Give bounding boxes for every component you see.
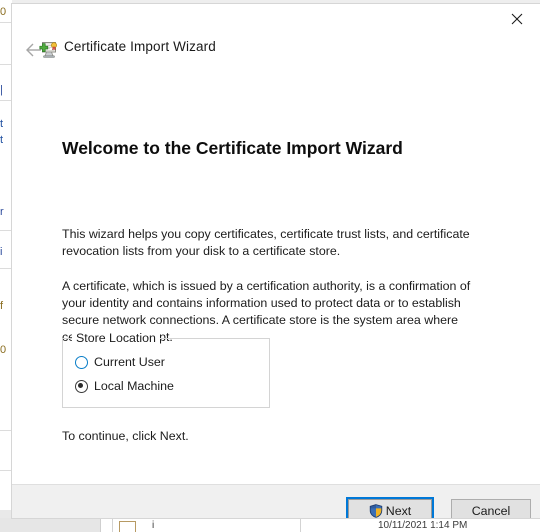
bg-fragment: i (152, 520, 155, 531)
close-icon (511, 13, 523, 25)
cancel-button[interactable]: Cancel (451, 499, 531, 518)
continue-hint: To continue, click Next. (62, 429, 189, 443)
bg-fragment: 10/11/2021 1:14 PM (378, 520, 468, 531)
dialog-footer: Next Cancel (12, 484, 540, 518)
background-window-bottom: i 10/11/2021 1:14 PM (0, 518, 540, 532)
next-button[interactable]: Next (346, 497, 434, 518)
bg-fragment: 0 (0, 6, 7, 18)
radio-checked-icon (75, 379, 88, 393)
bg-fragment: i (0, 246, 3, 258)
store-location-legend: Store Location (72, 331, 160, 345)
store-location-groupbox: Store Location Current User Local Machin… (62, 331, 270, 408)
radio-current-user-label: Current User (94, 355, 165, 369)
navigation-row: Certificate Import Wizard (12, 34, 540, 66)
next-button-label: Next (385, 504, 412, 518)
bg-fragment: t (0, 118, 4, 130)
page-title: Welcome to the Certificate Import Wizard (62, 138, 403, 158)
bg-fragment: r (0, 206, 4, 218)
uac-shield-icon (369, 504, 382, 518)
bg-fragment: 0 (0, 344, 7, 356)
radio-unchecked-icon (75, 355, 88, 369)
dialog-body: Welcome to the Certificate Import Wizard… (12, 66, 540, 484)
bg-checkbox-icon (119, 521, 136, 532)
bg-fragment: f (0, 300, 4, 312)
title-bar (12, 4, 540, 34)
window-title: Certificate Import Wizard (64, 39, 216, 54)
intro-paragraph-1: This wizard helps you copy certificates,… (62, 227, 470, 258)
radio-local-machine-label: Local Machine (94, 379, 174, 393)
close-button[interactable] (494, 4, 540, 34)
radio-local-machine[interactable]: Local Machine (75, 379, 174, 393)
screen: 0 | t t r i f 0 i 10/11/2021 1:14 PM Cer… (0, 0, 540, 532)
certificate-wizard-icon (38, 40, 58, 60)
cancel-button-label: Cancel (471, 504, 511, 518)
radio-current-user[interactable]: Current User (75, 355, 165, 369)
certificate-import-wizard-dialog: Certificate Import Wizard Welcome to the… (12, 4, 540, 518)
bg-fragment: t (0, 134, 4, 146)
bg-fragment: | (0, 84, 3, 96)
